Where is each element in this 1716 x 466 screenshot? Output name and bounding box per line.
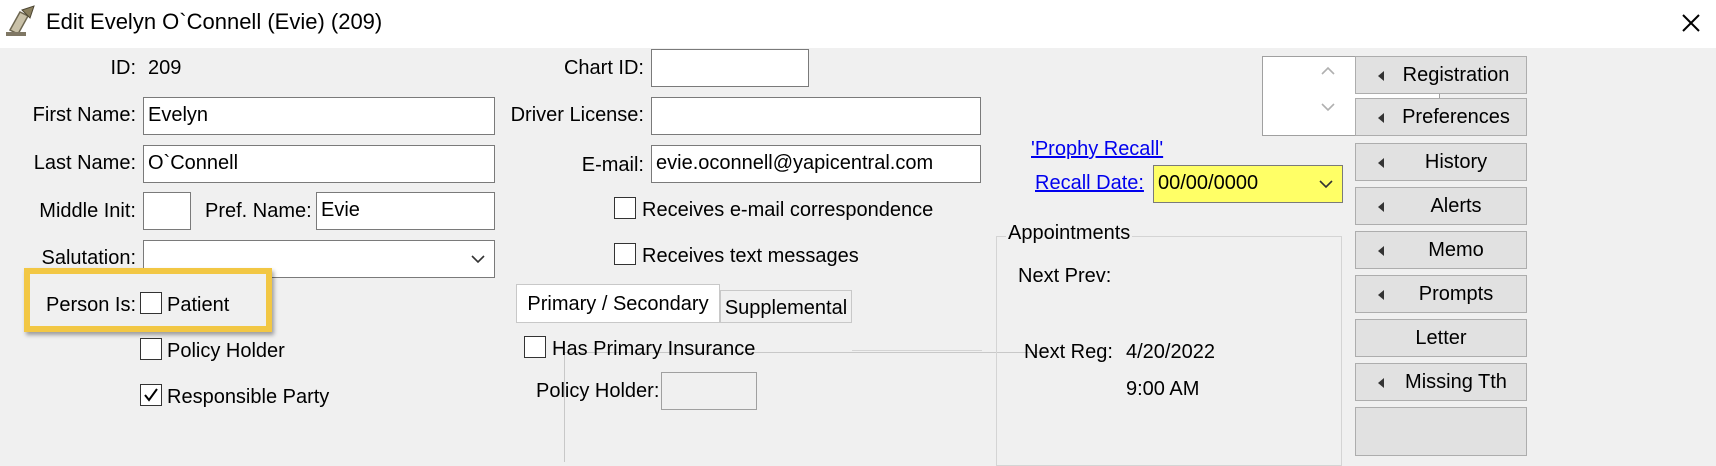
letter-button-label: Letter <box>1415 327 1467 349</box>
registration-button-label: Registration <box>1402 64 1510 86</box>
insurance-tab-panel <box>564 352 1044 462</box>
email-field[interactable]: evie.oconnell@yapicentral.com <box>651 145 981 183</box>
pref-name-field[interactable]: Evie <box>316 192 495 230</box>
window-title: Edit Evelyn O`Connell (Evie) (209) <box>46 9 383 34</box>
insurance-policy-holder-field <box>661 372 757 410</box>
triangle-left-icon <box>1378 378 1384 388</box>
next-side-button[interactable] <box>1355 407 1527 456</box>
person-is-label: Person Is: <box>46 294 137 316</box>
responsible-party-checkbox[interactable] <box>140 384 162 406</box>
memo-button[interactable]: Memo <box>1355 231 1527 269</box>
missing-teeth-button-label: Missing Tth <box>1405 371 1507 393</box>
recall-date-link[interactable]: Recall Date: <box>1035 172 1144 195</box>
appointments-title: Appointments <box>1006 222 1133 245</box>
recall-date-select[interactable]: 00/00/0000 <box>1153 165 1343 203</box>
last-name-field[interactable]: O`Connell <box>143 145 495 183</box>
policy-holder-label: Policy Holder <box>167 340 285 362</box>
prompts-button-label: Prompts <box>1418 283 1494 305</box>
next-reg-date: 4/20/2022 <box>1126 341 1215 363</box>
preferences-button-label: Preferences <box>1402 106 1510 128</box>
preferences-button[interactable]: Preferences <box>1355 98 1527 136</box>
chevron-down-icon <box>1319 180 1333 189</box>
checkmark-icon <box>144 388 158 402</box>
registration-button[interactable]: Registration <box>1355 56 1527 94</box>
last-name-label: Last Name: <box>33 152 136 174</box>
salutation-label: Salutation: <box>41 247 136 269</box>
tab-supplemental[interactable]: Supplemental <box>720 290 852 322</box>
pref-name-label: Pref. Name: <box>205 200 312 222</box>
has-primary-insurance-checkbox[interactable] <box>524 336 546 358</box>
patient-label: Patient <box>167 294 230 316</box>
triangle-left-icon <box>1378 71 1384 81</box>
responsible-party-label: Responsible Party <box>167 386 330 408</box>
triangle-left-icon <box>1378 113 1384 123</box>
recall-date-value: 00/00/0000 <box>1158 172 1259 194</box>
tab-panel-edge <box>852 350 982 351</box>
alerts-button-label: Alerts <box>1430 195 1482 217</box>
memo-button-label: Memo <box>1428 239 1484 261</box>
driver-license-label: Driver License: <box>510 104 644 126</box>
middle-init-label: Middle Init: <box>39 200 136 222</box>
driver-license-field[interactable] <box>651 97 981 135</box>
edit-patient-icon <box>6 5 35 36</box>
tab-divider <box>516 322 852 323</box>
triangle-left-icon <box>1378 202 1384 212</box>
receives-email-checkbox[interactable] <box>614 197 636 219</box>
receives-email-label: Receives e-mail correspondence <box>642 199 934 221</box>
insurance-policy-holder-label: Policy Holder: <box>536 380 660 402</box>
tab-primary-secondary[interactable]: Primary / Secondary <box>516 284 720 322</box>
chevron-down-icon <box>471 255 485 264</box>
triangle-left-icon <box>1378 290 1384 300</box>
letter-button[interactable]: Letter <box>1355 319 1527 357</box>
triangle-left-icon <box>1378 246 1384 256</box>
receives-text-label: Receives text messages <box>642 245 859 267</box>
receives-text-checkbox[interactable] <box>614 243 636 265</box>
triangle-left-icon <box>1378 158 1384 168</box>
prompts-button[interactable]: Prompts <box>1355 275 1527 313</box>
next-prev-label: Next Prev: <box>1018 265 1112 287</box>
first-name-field[interactable]: Evelyn <box>143 97 495 135</box>
next-reg-label: Next Reg: <box>1024 341 1113 363</box>
middle-init-field[interactable] <box>143 192 191 230</box>
history-button[interactable]: History <box>1355 143 1527 181</box>
scroll-up-icon[interactable] <box>1318 64 1338 78</box>
patient-checkbox[interactable] <box>140 292 162 314</box>
has-primary-insurance-label: Has Primary Insurance <box>552 338 756 360</box>
policy-holder-checkbox[interactable] <box>140 338 162 360</box>
chart-id-label: Chart ID: <box>563 57 644 79</box>
next-reg-time: 9:00 AM <box>1126 378 1200 400</box>
title-bar: Edit Evelyn O`Connell (Evie) (209) <box>0 0 1716 48</box>
id-label: ID: <box>110 57 136 79</box>
email-label: E-mail: <box>581 154 644 176</box>
alerts-button[interactable]: Alerts <box>1355 187 1527 225</box>
scroll-down-icon[interactable] <box>1318 100 1338 114</box>
id-value: 209 <box>148 57 182 79</box>
missing-teeth-button[interactable]: Missing Tth <box>1355 363 1527 401</box>
prophy-recall-link[interactable]: 'Prophy Recall' <box>1031 138 1163 161</box>
first-name-label: First Name: <box>32 104 136 126</box>
history-button-label: History <box>1424 151 1488 173</box>
chart-id-field[interactable] <box>651 49 809 87</box>
close-icon[interactable] <box>1674 6 1708 40</box>
